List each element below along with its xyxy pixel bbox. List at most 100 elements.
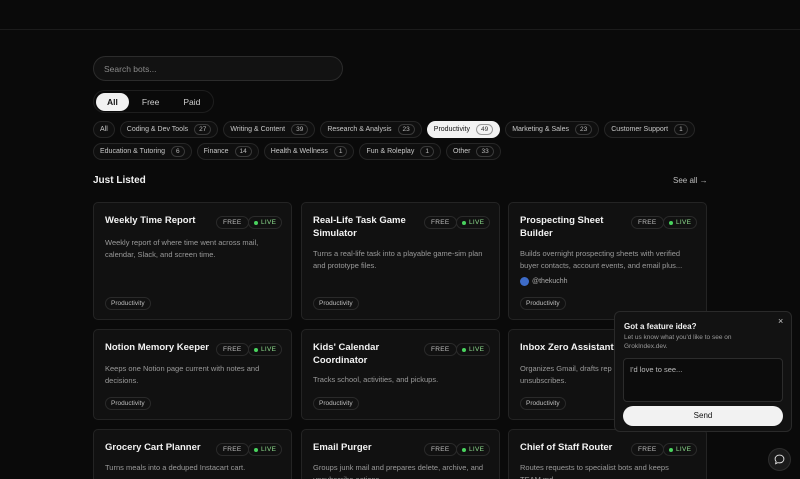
category-label: Productivity	[433, 126, 470, 133]
bot-description: Organizes Gmail, drafts rep unsubscribes…	[520, 364, 612, 385]
category-chip-marketing[interactable]: Marketing & Sales 23	[505, 121, 600, 138]
bot-title: Chief of Staff Router	[520, 442, 613, 453]
bot-card[interactable]: Chief of Staff Router FREE LIVE Routes r…	[508, 429, 707, 479]
live-dot-icon	[254, 447, 258, 452]
category-chip-finance[interactable]: Finance 14	[196, 143, 259, 160]
category-label: Education & Tutoring	[100, 148, 165, 155]
live-label: LIVE	[261, 445, 277, 453]
live-dot-icon	[462, 447, 466, 452]
live-label: LIVE	[469, 218, 485, 226]
category-chip-other[interactable]: Other 33	[445, 143, 501, 160]
pricing-filter: All Free Paid	[93, 90, 215, 113]
category-chip-all[interactable]: All	[93, 121, 115, 138]
free-badge: FREE	[424, 216, 457, 229]
category-count: 14	[234, 146, 252, 157]
bot-description: Tracks school, activities, and pickups.	[313, 375, 439, 384]
bot-card[interactable]: Email Purger FREE LIVE Groups junk mail …	[301, 429, 500, 479]
send-button[interactable]: Send	[623, 406, 783, 426]
category-chip-education[interactable]: Education & Tutoring 6	[93, 143, 192, 160]
bot-card[interactable]: Grocery Cart Planner FREE LIVE Turns mea…	[93, 429, 292, 479]
search-box[interactable]	[93, 56, 343, 81]
category-filter: All Coding & Dev Tools 27 Writing & Conte…	[93, 121, 713, 160]
live-dot-icon	[254, 220, 258, 225]
category-tag: Productivity	[520, 297, 566, 310]
bot-description: Weekly report of where time went across …	[105, 238, 259, 259]
category-count: 39	[291, 124, 309, 135]
live-badge: LIVE	[456, 443, 491, 456]
live-dot-icon	[669, 447, 673, 452]
category-label: Research & Analysis	[327, 126, 392, 133]
category-chip-research[interactable]: Research & Analysis 23	[320, 121, 422, 138]
pricing-free[interactable]: Free	[131, 93, 170, 111]
chat-bubble-icon	[774, 454, 785, 465]
bot-description: Builds overnight prospecting sheets with…	[520, 249, 683, 270]
bot-card[interactable]: Weekly Time Report FREE LIVE Weekly repo…	[93, 202, 292, 320]
pricing-paid[interactable]: Paid	[172, 93, 211, 111]
bot-title: Prospecting Sheet Builder	[520, 215, 604, 239]
bot-card[interactable]: Prospecting Sheet Builder FREE LIVE Buil…	[508, 202, 707, 320]
category-label: All	[100, 126, 108, 133]
live-label: LIVE	[469, 445, 485, 453]
author-handle: @thekuchh	[532, 278, 568, 285]
category-label: Writing & Content	[230, 126, 286, 133]
free-badge: FREE	[216, 443, 249, 456]
avatar	[520, 277, 529, 286]
category-count: 1	[333, 146, 348, 157]
category-count: 33	[476, 146, 494, 157]
bot-description: Turns a real-life task into a playable g…	[313, 249, 483, 270]
bot-title: Notion Memory Keeper	[105, 342, 209, 353]
live-label: LIVE	[261, 345, 277, 353]
bot-description: Keeps one Notion page current with notes…	[105, 364, 260, 385]
free-badge: FREE	[216, 343, 249, 356]
bot-author[interactable]: @thekuchh	[520, 277, 568, 286]
category-label: Marketing & Sales	[512, 126, 570, 133]
category-label: Health & Wellness	[270, 148, 328, 155]
bot-description: Turns meals into a deduped Instacart car…	[105, 463, 246, 472]
bot-card[interactable]: Notion Memory Keeper FREE LIVE Keeps one…	[93, 329, 292, 420]
bot-card[interactable]: Real-Life Task Game Simulator FREE LIVE …	[301, 202, 500, 320]
category-label: Coding & Dev Tools	[126, 126, 189, 133]
category-tag: Productivity	[105, 297, 151, 310]
pricing-all[interactable]: All	[96, 92, 129, 111]
live-badge: LIVE	[248, 343, 283, 356]
live-badge: LIVE	[456, 216, 491, 229]
category-chip-fun[interactable]: Fun & Roleplay 1	[359, 143, 441, 160]
close-icon[interactable]: ×	[778, 316, 783, 326]
free-badge: FREE	[424, 443, 457, 456]
category-chip-writing[interactable]: Writing & Content 39	[223, 121, 316, 138]
category-chip-productivity[interactable]: Productivity 49	[426, 121, 501, 138]
popup-title: Got a feature idea?	[624, 322, 697, 331]
chat-button[interactable]	[768, 448, 791, 471]
category-count: 23	[397, 124, 415, 135]
category-label: Finance	[203, 148, 229, 155]
live-label: LIVE	[261, 218, 277, 226]
category-count: 23	[575, 124, 593, 135]
category-tag: Productivity	[313, 297, 359, 310]
category-count: 49	[475, 124, 494, 135]
category-tag: Productivity	[520, 397, 566, 410]
category-chip-health[interactable]: Health & Wellness 1	[263, 143, 355, 160]
live-badge: LIVE	[248, 443, 283, 456]
free-badge: FREE	[216, 216, 249, 229]
live-dot-icon	[462, 220, 466, 225]
live-label: LIVE	[676, 445, 692, 453]
feature-idea-input[interactable]	[623, 358, 783, 402]
bot-title: Grocery Cart Planner	[105, 442, 201, 453]
category-count: 1	[674, 124, 688, 135]
category-count: 6	[171, 146, 185, 157]
category-tag: Productivity	[105, 397, 151, 410]
live-badge: LIVE	[456, 343, 491, 356]
category-label: Customer Support	[611, 126, 669, 133]
bot-card[interactable]: Kids' Calendar Coordinator FREE LIVE Tra…	[301, 329, 500, 420]
live-label: LIVE	[469, 345, 485, 353]
category-count: 27	[194, 124, 212, 135]
section-title: Just Listed	[93, 175, 146, 186]
see-all-link[interactable]: See all →	[673, 176, 708, 185]
category-tag: Productivity	[313, 397, 359, 410]
category-chip-support[interactable]: Customer Support 1	[604, 121, 695, 138]
live-dot-icon	[669, 220, 673, 225]
bot-description: Routes requests to specialist bots and k…	[520, 463, 669, 479]
category-chip-coding[interactable]: Coding & Dev Tools 27	[119, 121, 219, 138]
search-input[interactable]	[94, 57, 342, 80]
bot-description: Groups junk mail and prepares delete, ar…	[313, 463, 484, 479]
